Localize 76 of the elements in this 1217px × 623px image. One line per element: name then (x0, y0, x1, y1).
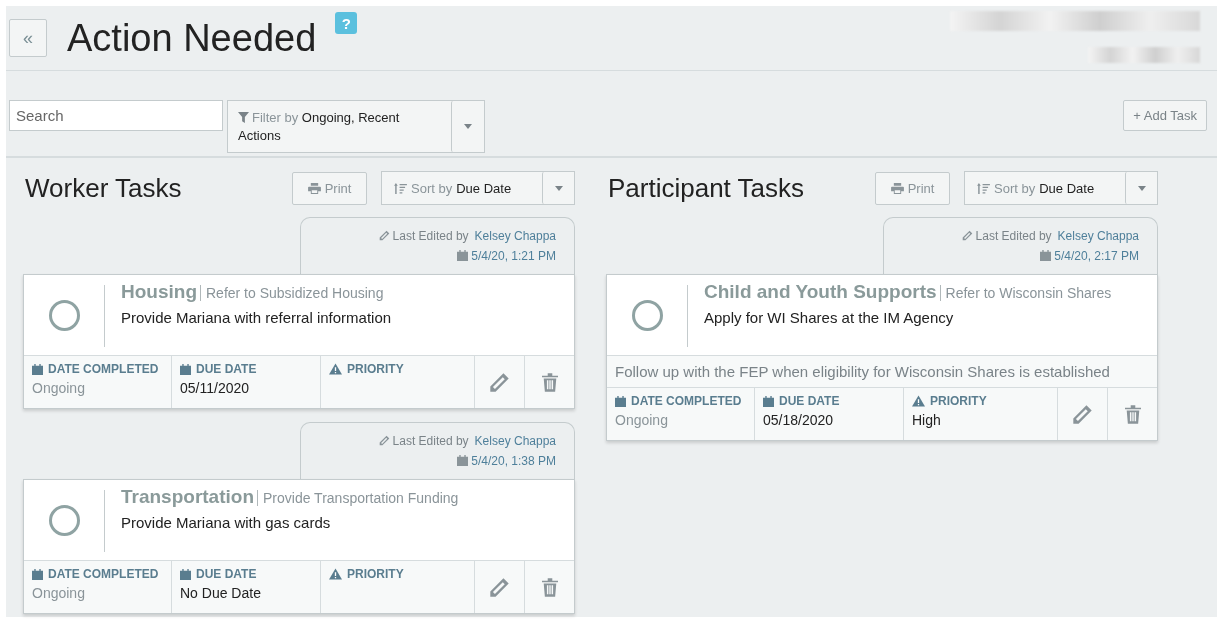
editor-link[interactable]: Kelsey Chappa (1057, 229, 1139, 243)
calendar-icon (32, 363, 43, 375)
caret-icon (464, 124, 472, 129)
pencil-icon (378, 435, 390, 446)
task-subcategory: Provide Transportation Funding (257, 490, 459, 506)
edited-label: Last Edited by (975, 229, 1052, 243)
print-button[interactable]: Print (292, 171, 367, 205)
trash-icon[interactable] (1124, 404, 1141, 424)
search-field[interactable]: Search (9, 100, 223, 131)
pencil-icon (378, 230, 390, 241)
calendar-icon (32, 568, 43, 580)
help-badge[interactable]: ? (335, 12, 358, 34)
field-label: DUE DATE (779, 394, 840, 408)
field-value: 05/18/2020 (763, 412, 835, 428)
trash-icon[interactable] (541, 372, 558, 392)
field-label: DATE COMPLETED (48, 362, 159, 376)
calendar-icon (457, 250, 469, 261)
print-button[interactable]: Print (875, 171, 950, 205)
field-label: PRIORITY (930, 394, 987, 408)
task-category: Child and Youth Supports (704, 281, 937, 302)
field-value: Ongoing (32, 380, 86, 396)
pencil-icon (489, 576, 510, 598)
field-label: PRIORITY (347, 567, 404, 581)
section-title: Participant Tasks (608, 172, 806, 204)
warning-icon (329, 568, 342, 580)
warning-icon (329, 363, 342, 375)
calendar-icon (180, 568, 191, 580)
add-task-button[interactable]: + Add Task (1123, 100, 1207, 131)
edited-time: 5/4/20, 1:38 PM (471, 454, 556, 468)
field-label: DUE DATE (196, 362, 257, 376)
sort-icon (394, 182, 407, 194)
field-value: High (912, 412, 942, 428)
page-title: Action Needed (67, 16, 317, 60)
calendar-icon (615, 395, 626, 407)
task-category: Housing (121, 281, 197, 302)
field-label: DUE DATE (196, 567, 257, 581)
field-label: DATE COMPLETED (631, 394, 742, 408)
task-category: Transportation (121, 486, 254, 507)
field-value: Ongoing (32, 585, 86, 601)
field-label: DATE COMPLETED (48, 567, 159, 581)
field-value: No Due Date (180, 585, 262, 601)
task-note: Follow up with the FEP when eligibility for Wisconsin Shares is established (607, 355, 1157, 387)
caret-icon (554, 185, 563, 191)
calendar-icon (1040, 250, 1052, 261)
edited-label: Last Edited by (392, 434, 469, 448)
pencil-icon (961, 230, 973, 241)
caret-icon (1137, 185, 1146, 191)
task-subcategory: Refer to Subsidized Housing (200, 285, 384, 301)
editor-link[interactable]: Kelsey Chappa (474, 229, 556, 243)
calendar-icon (457, 455, 469, 466)
edited-time: 5/4/20, 1:21 PM (471, 249, 556, 263)
filter-icon (238, 111, 249, 123)
complete-checkbox[interactable] (631, 299, 663, 331)
field-value: Ongoing (615, 412, 669, 428)
field-label: PRIORITY (347, 362, 404, 376)
printer-icon (307, 182, 321, 194)
complete-checkbox[interactable] (48, 299, 80, 331)
trash-icon[interactable] (541, 577, 558, 597)
editor-link[interactable]: Kelsey Chappa (474, 434, 556, 448)
edited-time: 5/4/20, 2:17 PM (1054, 249, 1139, 263)
edited-label: Last Edited by (392, 229, 469, 243)
calendar-icon (763, 395, 774, 407)
sort-icon (977, 182, 990, 194)
pencil-icon (489, 371, 510, 393)
field-value: 05/11/2020 (180, 380, 251, 396)
complete-checkbox[interactable] (48, 504, 80, 536)
task-description: Provide Mariana with referral information (121, 309, 392, 326)
task-subcategory: Refer to Wisconsin Shares (939, 285, 1112, 301)
task-description: Provide Mariana with gas cards (121, 514, 332, 531)
collapse-button[interactable]: « (9, 19, 47, 57)
printer-icon (890, 182, 904, 194)
task-description: Apply for WI Shares at the IM Agency (704, 309, 955, 326)
pencil-icon (1072, 403, 1093, 425)
section-title: Worker Tasks (25, 172, 183, 204)
warning-icon (912, 395, 925, 407)
calendar-icon (180, 363, 191, 375)
